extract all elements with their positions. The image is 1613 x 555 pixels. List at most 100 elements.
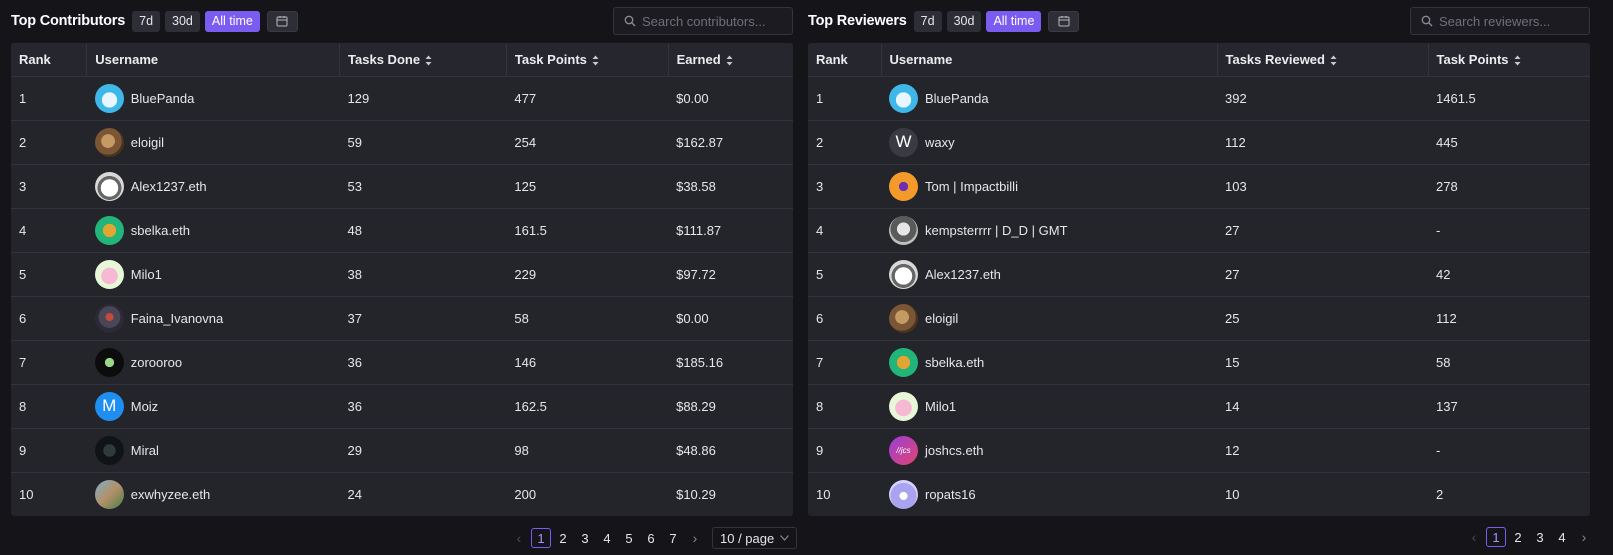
page-6-button[interactable]: 6: [641, 528, 661, 548]
reviewers-title: Top Reviewers: [808, 13, 907, 29]
cell-earned: $97.72: [676, 266, 716, 282]
cell-reviewed: 12: [1225, 442, 1240, 458]
cell-rank: 2: [19, 134, 27, 150]
cell-points: 477: [514, 90, 537, 106]
cell-points: 2: [1436, 486, 1444, 502]
username[interactable]: eloigil: [131, 135, 164, 150]
reviewers-header: Top Reviewers 7d 30d All time: [808, 7, 1590, 35]
avatar: [94, 215, 124, 245]
cell-points: 278: [1436, 178, 1458, 194]
table-row: 10 exwhyzee.eth 24 200 $10.29: [11, 472, 793, 516]
page-2-button[interactable]: 2: [1508, 527, 1528, 547]
page-1-button[interactable]: 1: [531, 528, 551, 548]
cell-username: Miral: [87, 428, 340, 472]
contributors-calendar-button[interactable]: [266, 10, 298, 32]
contributors-search[interactable]: [613, 7, 793, 35]
cell-username: eloigil: [881, 296, 1217, 340]
avatar: W: [889, 127, 918, 157]
table-row: 1 BluePanda 129 477 $0.00: [11, 76, 793, 120]
table-row: 4 kempsterrrr | D_D | GMT 27 -: [808, 208, 1590, 252]
username[interactable]: BluePanda: [131, 91, 195, 106]
username[interactable]: joshcs.eth: [925, 443, 984, 458]
page-2-button[interactable]: 2: [553, 528, 573, 548]
column-header-task-points[interactable]: Task Points: [1428, 43, 1590, 76]
cell-tasks: 59: [347, 134, 363, 150]
contributors-range-30d-button[interactable]: 30d: [165, 10, 200, 32]
column-header-label: Tasks Reviewed: [1225, 51, 1325, 67]
page-1-button[interactable]: 1: [1486, 527, 1506, 547]
table-row: 2 eloigil 59 254 $162.87: [11, 120, 793, 164]
next-page-icon[interactable]: ›: [1574, 527, 1594, 547]
cell-rank: 3: [19, 178, 27, 194]
avatar: [889, 303, 918, 333]
cell-rank: 4: [19, 222, 27, 238]
table-row: 5 Alex1237.eth 27 42: [808, 252, 1590, 296]
cell-points: -: [1436, 222, 1441, 238]
cell-points: 200: [514, 486, 537, 502]
cell-username: exwhyzee.eth: [87, 472, 340, 516]
username[interactable]: Alex1237.eth: [131, 179, 207, 194]
calendar-icon: [276, 16, 288, 27]
contributors-pagination: ‹ 1 2 3 4 5 6 7 › 10 / page: [508, 527, 798, 549]
username[interactable]: eloigil: [925, 311, 958, 326]
table-row: 1 BluePanda 392 1461.5: [808, 76, 1590, 120]
search-icon: [624, 15, 636, 27]
page-5-button[interactable]: 5: [619, 528, 639, 548]
page-3-button[interactable]: 3: [1530, 527, 1550, 547]
username[interactable]: Miral: [131, 443, 159, 458]
column-header-tasks-reviewed[interactable]: Tasks Reviewed: [1217, 43, 1429, 76]
username[interactable]: Tom | Impactbilli: [925, 179, 1018, 194]
table-row: 6 eloigil 25 112: [808, 296, 1590, 340]
avatar: [94, 479, 124, 509]
username[interactable]: BluePanda: [925, 91, 989, 106]
username[interactable]: Moiz: [131, 399, 158, 414]
username[interactable]: exwhyzee.eth: [131, 487, 211, 502]
reviewers-range-30d-button[interactable]: 30d: [946, 10, 982, 32]
username[interactable]: sbelka.eth: [925, 355, 984, 370]
username[interactable]: waxy: [925, 135, 955, 150]
username[interactable]: zorooroo: [131, 355, 182, 370]
column-header-earned[interactable]: Earned: [668, 43, 793, 76]
reviewers-search-input[interactable]: [1439, 13, 1579, 29]
page-4-button[interactable]: 4: [1552, 527, 1572, 547]
prev-page-icon[interactable]: ‹: [509, 528, 529, 548]
prev-page-icon[interactable]: ‹: [1464, 527, 1484, 547]
cell-username: sbelka.eth: [87, 208, 340, 252]
column-header-task-points[interactable]: Task Points: [506, 43, 669, 76]
avatar: [889, 171, 918, 201]
reviewers-range-all-time-button[interactable]: All time: [986, 10, 1042, 32]
cell-points: 137: [1436, 398, 1458, 414]
username[interactable]: Milo1: [131, 267, 162, 282]
cell-username: kempsterrrr | D_D | GMT: [881, 208, 1217, 252]
contributors-range-7d-button[interactable]: 7d: [132, 10, 161, 32]
table-row: 3 Alex1237.eth 53 125 $38.58: [11, 164, 793, 208]
cell-tasks: 37: [347, 310, 363, 326]
next-page-icon[interactable]: ›: [685, 528, 705, 548]
page-4-button[interactable]: 4: [597, 528, 617, 548]
reviewers-calendar-button[interactable]: [1048, 10, 1080, 32]
page-7-button[interactable]: 7: [663, 528, 683, 548]
cell-rank: 9: [816, 442, 824, 458]
column-header-rank: Rank: [808, 43, 882, 76]
username[interactable]: Alex1237.eth: [925, 267, 1001, 282]
reviewers-search[interactable]: [1410, 7, 1590, 35]
contributors-search-input[interactable]: [642, 13, 782, 29]
cell-points: 58: [1436, 354, 1451, 370]
cell-points: 112: [1436, 310, 1457, 326]
top-reviewers-panel: Top Reviewers 7d 30d All time Rank Userna…: [808, 7, 1590, 516]
column-header-label: Username: [889, 51, 953, 67]
username[interactable]: ropats16: [925, 487, 976, 502]
page-3-button[interactable]: 3: [575, 528, 595, 548]
reviewers-range-7d-button[interactable]: 7d: [913, 10, 942, 32]
username[interactable]: kempsterrrr | D_D | GMT: [925, 223, 1068, 238]
cell-reviewed: 15: [1225, 354, 1240, 370]
column-header-rank: Rank: [11, 43, 88, 76]
username[interactable]: sbelka.eth: [131, 223, 190, 238]
username[interactable]: Milo1: [925, 399, 956, 414]
column-header-tasks-done[interactable]: Tasks Done: [339, 43, 507, 76]
cell-rank: 7: [816, 354, 824, 370]
username[interactable]: Faina_Ivanovna: [131, 311, 224, 326]
cell-tasks: 36: [347, 354, 363, 370]
contributors-range-all-time-button[interactable]: All time: [204, 10, 260, 32]
page-size-select[interactable]: 10 / page: [712, 527, 798, 549]
